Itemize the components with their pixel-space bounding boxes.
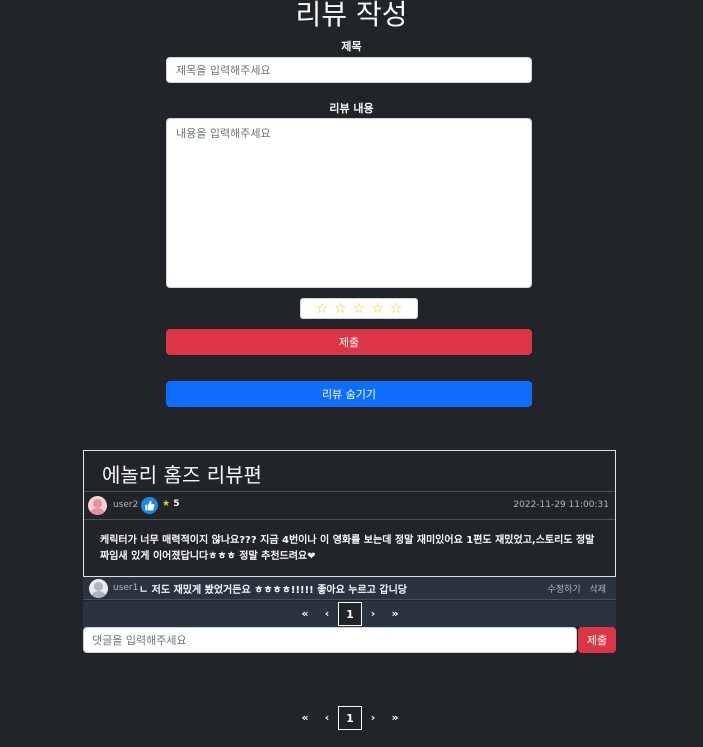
- title-input[interactable]: [166, 57, 532, 83]
- comment-row: user1 ㄴ 저도 재밌게 봤었거든요 ㅎㅎㅎㅎ!!!!! 좋아요 누르고 갑…: [83, 577, 616, 600]
- rating-value: 5: [173, 499, 180, 509]
- edit-comment-button[interactable]: 수정하기: [547, 585, 580, 595]
- review-date: 2022-11-29 11:00:31: [513, 500, 609, 510]
- star-icon-4[interactable]: ☆: [371, 302, 384, 316]
- thumbs-up-icon[interactable]: [141, 497, 158, 514]
- review-body: 케릭터가 너무 매력적이지 않나요??? 지금 4번이나 이 영화를 보는데 정…: [100, 535, 595, 562]
- comment-text: ㄴ 저도 재밌게 봤었거든요 ㅎㅎㅎㅎ!!!!! 좋아요 누르고 갑니당: [139, 585, 407, 596]
- first-page-button[interactable]: «: [294, 602, 316, 626]
- star-icon-1[interactable]: ☆: [316, 302, 329, 316]
- comment-input[interactable]: [83, 627, 577, 653]
- review-rating: ★ 5: [162, 499, 179, 509]
- star-icon-2[interactable]: ☆: [334, 302, 347, 316]
- page-button-current[interactable]: 1: [338, 602, 362, 626]
- review-card: 에놀리 홈즈 리뷰편 user2 ★ 5 2022-11-29 11:00:31…: [83, 450, 616, 577]
- review-title: 에놀리 홈즈 리뷰편: [102, 463, 262, 487]
- next-page-button[interactable]: ›: [362, 602, 384, 626]
- avatar: [89, 579, 108, 598]
- comment-pagination: « ‹ 1 › »: [294, 602, 406, 626]
- review-pagination: « ‹ 1 › »: [294, 706, 406, 730]
- first-page-button[interactable]: «: [294, 706, 316, 730]
- last-page-button[interactable]: »: [384, 602, 406, 626]
- rating-star-icon: ★: [162, 499, 171, 509]
- content-label: 리뷰 내용: [329, 102, 374, 115]
- prev-page-button[interactable]: ‹: [316, 706, 338, 730]
- next-page-button[interactable]: ›: [362, 706, 384, 730]
- star-rating[interactable]: ☆ ☆ ☆ ☆ ☆: [300, 298, 418, 319]
- hide-reviews-button[interactable]: 리뷰 숨기기: [166, 381, 532, 407]
- prev-page-button[interactable]: ‹: [316, 602, 338, 626]
- review-meta: user2 ★ 5 2022-11-29 11:00:31: [84, 491, 615, 520]
- content-textarea[interactable]: [166, 118, 532, 288]
- avatar: [88, 496, 107, 515]
- star-icon-5[interactable]: ☆: [390, 302, 403, 316]
- comment-actions: 수정하기 삭제: [541, 582, 606, 595]
- submit-review-button[interactable]: 제출: [166, 329, 532, 355]
- review-author: user2: [113, 500, 139, 510]
- delete-comment-button[interactable]: 삭제: [589, 585, 606, 595]
- submit-comment-button[interactable]: 제출: [578, 627, 616, 653]
- page-button-current[interactable]: 1: [338, 706, 362, 730]
- title-label: 제목: [341, 40, 362, 53]
- star-icon-3[interactable]: ☆: [353, 302, 366, 316]
- page-title: 리뷰 작성: [295, 0, 408, 31]
- comment-author: user1: [113, 583, 139, 593]
- last-page-button[interactable]: »: [384, 706, 406, 730]
